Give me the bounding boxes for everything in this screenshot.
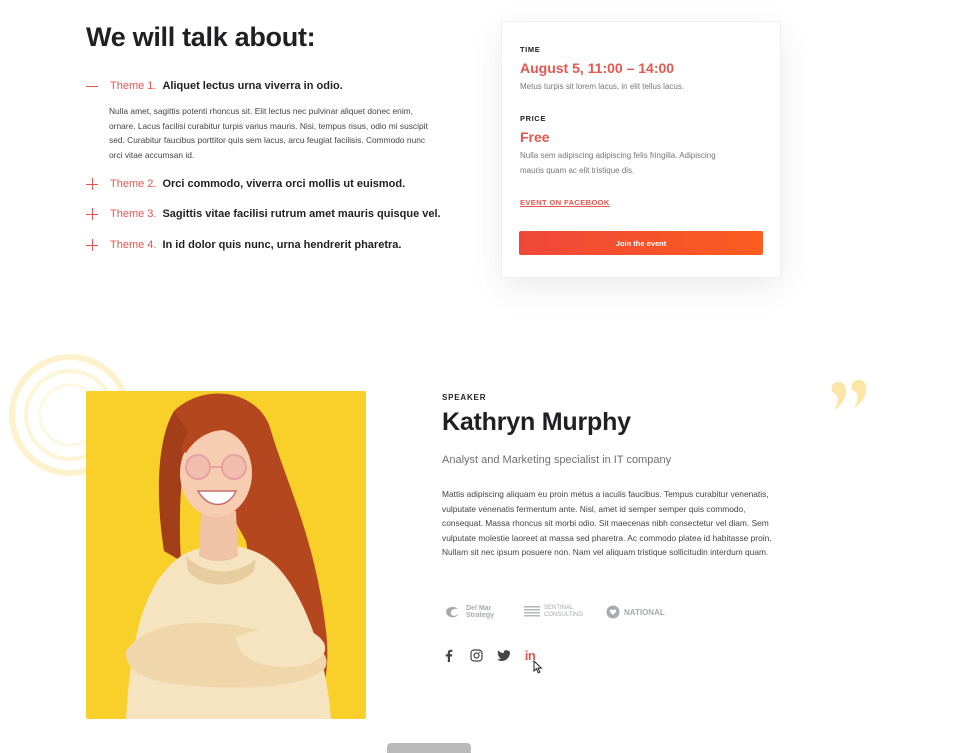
theme-item-3[interactable]: Theme 3. Sagittis vitae facilisi rutrum … [84,203,441,225]
join-event-button[interactable]: Join the event [519,231,763,255]
speaker-portrait-illustration [125,393,331,719]
price-label: PRICE [520,114,546,123]
time-label: TIME [520,45,541,54]
sentinal-logo-icon [524,606,540,617]
partner-name: SENTINAL [544,605,574,611]
theme-title[interactable]: In id dolor quis nunc, urna hendrerit ph… [162,239,401,251]
facebook-icon[interactable] [441,647,457,663]
theme-item-1[interactable]: Theme 1. Aliquet lectus urna viverra in … [84,75,343,97]
time-value: August 5, 11:00 – 14:00 [520,60,675,76]
scrollbar-thumb[interactable] [387,743,471,753]
theme-label: Theme 4. [110,239,157,251]
theme-title[interactable]: Orci commodo, viverra orci mollis ut eui… [162,178,405,190]
partner-name: NATIONAL [624,607,665,617]
section-title: We will talk about: [86,22,316,52]
time-description: Metus turpis sit lorem lacus, in elit te… [520,82,685,91]
price-description: Nulla sem adipiscing adipiscing felis fr… [520,151,716,175]
theme-description: Nulla amet, sagittis potenti rhoncus sit… [109,106,428,160]
speaker-bio: Mattis adipiscing aliquam eu proin metus… [442,489,772,558]
national-logo-icon [606,605,620,619]
speaker-label: SPEAKER [442,393,487,402]
partner-name: Del Mar [466,605,492,612]
facebook-event-link[interactable]: EVENT ON FACEBOOK [520,198,610,207]
theme-title[interactable]: Sagittis vitae facilisi rutrum amet maur… [162,208,440,220]
partner-name: Strategy [466,612,495,619]
instagram-icon[interactable] [468,647,484,663]
theme-item-2[interactable]: Theme 2. Orci commodo, viverra orci moll… [84,173,405,195]
theme-label: Theme 1. [110,80,157,92]
del-mar-logo-icon [446,606,459,618]
event-card: TIME August 5, 11:00 – 14:00 Metus turpi… [501,21,781,278]
partner-name: CONSULTING [544,612,583,618]
speaker-name: Kathryn Murphy [442,408,631,436]
theme-item-4[interactable]: Theme 4. In id dolor quis nunc, urna hen… [84,234,401,256]
partner-logo-sentinal: SENTINAL CONSULTING [524,602,583,622]
speaker-role: Analyst and Marketing specialist in IT c… [442,454,672,466]
twitter-icon[interactable] [495,647,511,663]
partner-logo-del-mar: Del Mar Strategy [442,602,494,622]
partner-logo-national: NATIONAL [606,602,665,622]
mouse-cursor-icon [533,660,543,674]
theme-title[interactable]: Aliquet lectus urna viverra in odio. [162,80,342,92]
theme-label: Theme 2. [110,178,157,190]
minus-icon[interactable] [84,78,100,94]
theme-label: Theme 3. [110,208,157,220]
plus-icon[interactable] [84,206,100,222]
quote-icon [831,379,867,410]
plus-icon[interactable] [84,176,100,192]
speaker-photo [86,391,366,719]
price-value: Free [520,129,550,145]
plus-icon[interactable] [84,237,100,253]
